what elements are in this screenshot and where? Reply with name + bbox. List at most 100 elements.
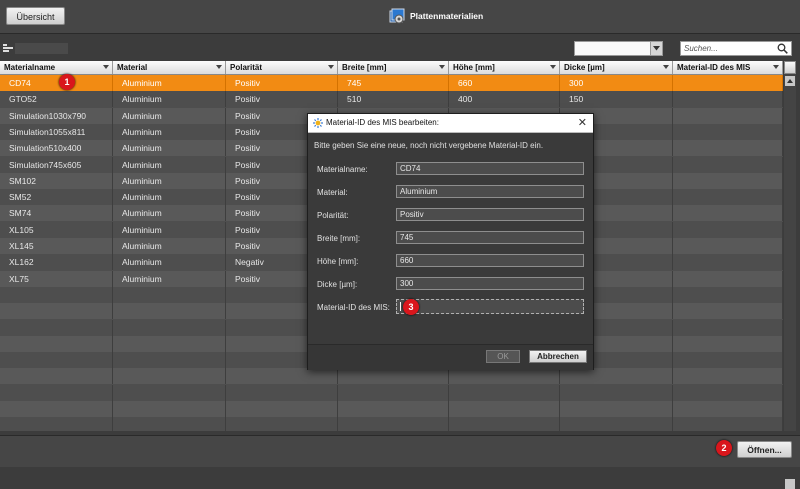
filter-dropdown[interactable]: [574, 41, 663, 56]
table-cell: SM102: [0, 172, 113, 189]
table-cell: Aluminium: [113, 270, 226, 287]
top-bar: Übersicht Plattenmaterialien: [0, 0, 800, 34]
text-caret: [400, 302, 401, 311]
table-cell: Aluminium: [113, 156, 226, 173]
table-cell: [560, 384, 673, 401]
thickness-field[interactable]: 300: [396, 277, 584, 290]
table-cell: SM74: [0, 205, 113, 222]
table-header: Materialname Material Polarität Breite […: [0, 61, 783, 75]
table-cell: 400: [449, 91, 560, 108]
field-label-mis-id: Material-ID des MIS:: [317, 303, 390, 312]
table-cell: 300: [560, 75, 673, 91]
table-cell: [673, 172, 783, 189]
column-header[interactable]: Material-ID des MIS: [673, 61, 783, 74]
table-cell: Aluminium: [113, 75, 226, 91]
table-cell: [338, 384, 449, 401]
polarity-field[interactable]: Positiv: [396, 208, 584, 221]
table-cell: [0, 286, 113, 303]
table-cell: Aluminium: [113, 189, 226, 206]
table-cell: [673, 368, 783, 385]
table-row[interactable]: CD74 Aluminium Positiv 745 660 300: [0, 75, 783, 91]
table-cell: [226, 417, 338, 431]
column-settings-icon[interactable]: [3, 44, 13, 52]
column-header-label: Dicke [µm]: [564, 63, 605, 72]
width-field[interactable]: 745: [396, 231, 584, 244]
table-cell: [113, 368, 226, 385]
scroll-down-button[interactable]: [785, 479, 795, 489]
table-row: [0, 417, 783, 431]
table-cell: [0, 319, 113, 336]
edit-mis-id-dialog: Material-ID des MIS bearbeiten: ✕ Bitte …: [307, 113, 594, 370]
table-cell: [0, 352, 113, 369]
table-cell: [560, 417, 673, 431]
table-row: [0, 401, 783, 417]
sort-icon: [663, 65, 669, 69]
table-cell: Aluminium: [113, 254, 226, 271]
table-cell: [673, 156, 783, 173]
toolbar-field[interactable]: [15, 43, 68, 54]
table-cell: [338, 401, 449, 417]
table-cell: Simulation1055x811: [0, 123, 113, 140]
table-cell: [449, 401, 560, 417]
table-cell: [226, 401, 338, 417]
app-title: Plattenmaterialien: [410, 11, 484, 21]
column-header-label: Material-ID des MIS: [677, 63, 751, 72]
table-row[interactable]: GTO52 Aluminium Positiv 510 400 150: [0, 91, 783, 108]
toolbar: Suchen...: [0, 34, 800, 60]
column-header[interactable]: Polarität: [226, 61, 338, 74]
table-cell: XL162: [0, 254, 113, 271]
column-header[interactable]: Höhe [mm]: [449, 61, 560, 74]
mis-id-input[interactable]: [396, 299, 584, 314]
table-cell: [449, 384, 560, 401]
material-name-field[interactable]: CD74: [396, 162, 584, 175]
material-field[interactable]: Aluminium: [396, 185, 584, 198]
chevron-down-icon[interactable]: [650, 42, 662, 55]
table-cell: [449, 368, 560, 385]
table-cell: Simulation745x605: [0, 156, 113, 173]
column-header[interactable]: Breite [mm]: [338, 61, 449, 74]
ok-button[interactable]: OK: [486, 350, 520, 363]
field-label-thickness: Dicke [µm]:: [317, 280, 358, 289]
table-cell: [449, 417, 560, 431]
table-cell: [338, 368, 449, 385]
table-cell: Aluminium: [113, 91, 226, 108]
plate-gear-icon: [389, 8, 405, 24]
table-cell: [0, 303, 113, 320]
field-label-height: Höhe [mm]:: [317, 257, 359, 266]
table-cell: [0, 401, 113, 417]
open-button[interactable]: Öffnen...: [737, 441, 792, 458]
table-side-column: [784, 61, 796, 489]
search-icon[interactable]: [777, 43, 788, 54]
table-cell: [673, 417, 783, 431]
column-header[interactable]: Materialname: [0, 61, 113, 74]
sort-icon: [773, 65, 779, 69]
table-cell: [0, 335, 113, 352]
search-input[interactable]: Suchen...: [680, 41, 792, 56]
column-chooser-button[interactable]: [784, 61, 796, 74]
column-header-label: Material: [117, 63, 148, 72]
table-cell: XL145: [0, 238, 113, 254]
dialog-title-bar: Material-ID des MIS bearbeiten: ✕: [308, 114, 593, 133]
table-cell: SM52: [0, 189, 113, 206]
table-cell: [673, 319, 783, 336]
table-cell: Aluminium: [113, 140, 226, 157]
cancel-button[interactable]: Abbrechen: [529, 350, 587, 363]
height-field[interactable]: 660: [396, 254, 584, 267]
table-cell: [673, 286, 783, 303]
table-cell: 150: [560, 91, 673, 108]
close-icon[interactable]: ✕: [578, 114, 587, 132]
table-cell: Aluminium: [113, 238, 226, 254]
overview-button[interactable]: Übersicht: [6, 7, 65, 25]
scroll-up-button[interactable]: [785, 76, 795, 86]
table-cell: 660: [449, 75, 560, 91]
table-cell: [113, 417, 226, 431]
table-cell: Aluminium: [113, 172, 226, 189]
table-cell: [113, 401, 226, 417]
callout-badge-3: 3: [403, 299, 419, 315]
column-header[interactable]: Dicke [µm]: [560, 61, 673, 74]
table-cell: [113, 319, 226, 336]
table-cell: [113, 303, 226, 320]
table-row: [0, 368, 783, 385]
sun-gear-icon: [313, 118, 323, 128]
column-header[interactable]: Material: [113, 61, 226, 74]
